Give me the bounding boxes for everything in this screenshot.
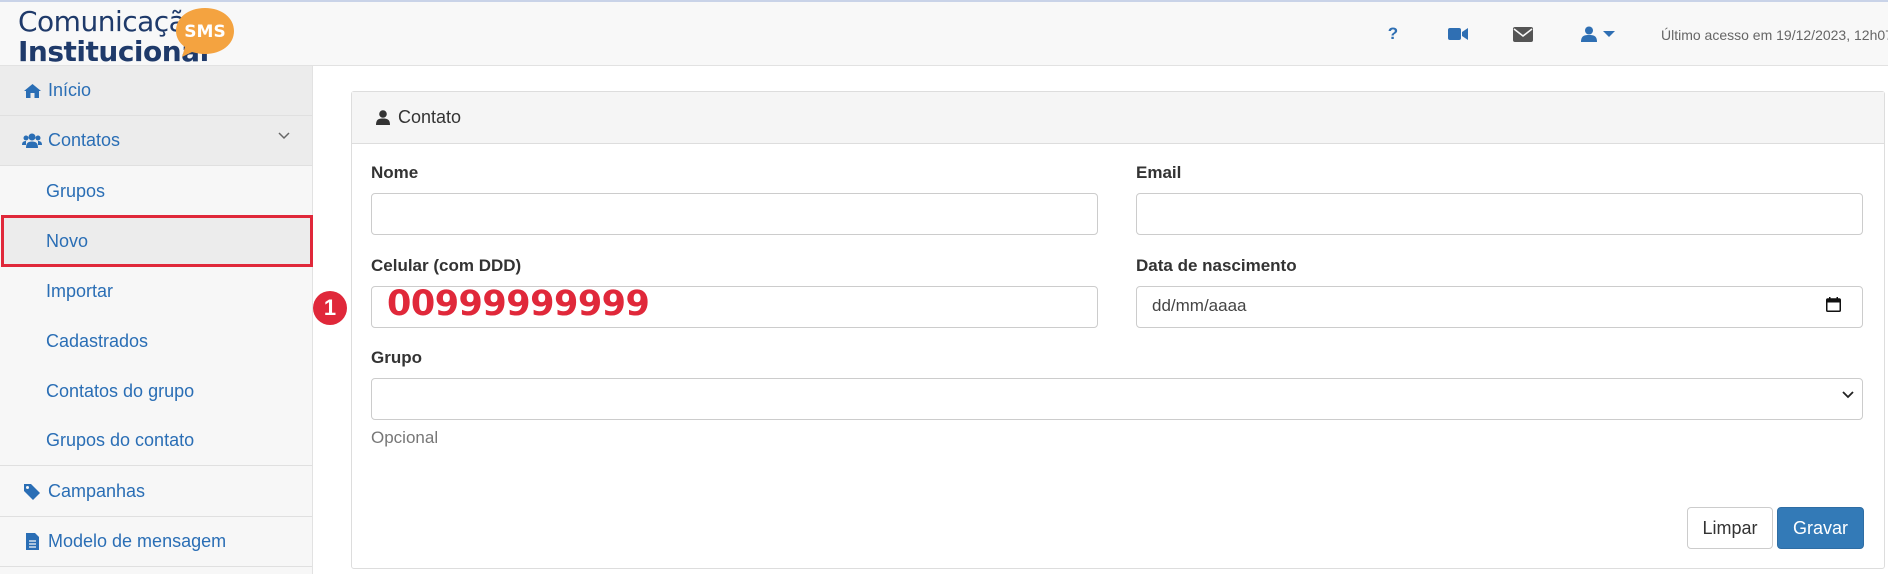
- sidebar-item-modelo-de-mensagem[interactable]: Modelo de mensagem: [0, 517, 312, 567]
- video-icon[interactable]: [1446, 22, 1470, 46]
- nome-label: Nome: [371, 163, 419, 182]
- panel-title: Contato: [398, 107, 462, 127]
- email-label: Email: [1136, 163, 1182, 182]
- panel-header: Contato: [352, 92, 1884, 144]
- grupo-select[interactable]: [371, 378, 1863, 420]
- sidebar-item-campanhas[interactable]: Campanhas: [0, 467, 312, 517]
- nome-input[interactable]: [371, 193, 1098, 235]
- envelope-icon[interactable]: [1511, 22, 1535, 46]
- email-input[interactable]: [1136, 193, 1863, 235]
- users-icon: [22, 132, 42, 150]
- nascimento-placeholder: dd/mm/aaaa: [1152, 296, 1247, 315]
- sidebar-item-label: Campanhas: [48, 481, 146, 501]
- sidebar-subitem-grupos-do-contato[interactable]: Grupos do contato: [0, 416, 312, 466]
- last-access-text: Último acesso em 19/12/2023, 12h07: [1661, 27, 1888, 43]
- sidebar-subitem-cadastrados[interactable]: Cadastrados: [0, 316, 312, 366]
- sms-badge-text: SMS: [184, 22, 225, 42]
- sms-badge-icon: SMS: [176, 8, 234, 57]
- sidebar-subitem-label: Grupos do contato: [46, 430, 195, 450]
- chevron-down-icon: [1842, 391, 1854, 399]
- sidebar-item-label: Contatos: [48, 130, 121, 150]
- tag-icon: [22, 483, 42, 501]
- sidebar-subitem-label: Importar: [46, 280, 114, 301]
- help-icon[interactable]: ?: [1381, 22, 1405, 46]
- clear-button[interactable]: Limpar: [1687, 507, 1773, 549]
- sidebar-subitem-novo[interactable]: Novo: [0, 216, 312, 266]
- user-icon: [1581, 26, 1597, 42]
- sidebar-subitem-label: Grupos: [46, 180, 106, 201]
- calendar-icon[interactable]: [1826, 297, 1841, 312]
- nascimento-label: Data de nascimento: [1136, 256, 1297, 275]
- sidebar-item-label: Modelo de mensagem: [48, 531, 227, 551]
- user-icon: [376, 110, 390, 125]
- sidebar-item-inicio[interactable]: Início: [0, 66, 312, 116]
- celular-value: 00999999999: [387, 284, 650, 324]
- celular-label: Celular (com DDD): [371, 256, 522, 275]
- sidebar-subitem-label: Cadastrados: [46, 330, 149, 351]
- sidebar-subitem-grupos[interactable]: Grupos: [0, 166, 312, 216]
- chevron-down-icon: [278, 132, 290, 140]
- top-navbar: Comunicação Institucional SMS ? Último a…: [0, 2, 1888, 67]
- save-button[interactable]: Gravar: [1777, 507, 1864, 549]
- contact-form-panel: Contato: [351, 91, 1885, 569]
- help-icon-glyph: ?: [1387, 24, 1399, 43]
- sidebar-item-contatos[interactable]: Contatos: [0, 116, 312, 166]
- sidebar-item-label: Início: [48, 80, 92, 100]
- annotation-marker: 1: [313, 291, 347, 325]
- sidebar-subitem-contatos-do-grupo[interactable]: Contatos do grupo: [0, 366, 312, 416]
- sidebar-subitem-importar[interactable]: Importar: [0, 266, 312, 316]
- grupo-label: Grupo: [371, 348, 422, 367]
- file-icon: [22, 533, 42, 551]
- home-icon: [22, 82, 42, 100]
- sidebar-subitem-label: Contatos do grupo: [46, 380, 195, 401]
- grupo-hint: Opcional: [371, 428, 439, 447]
- sidebar-subitem-label: Novo: [46, 230, 89, 251]
- caret-down-icon: [1603, 31, 1615, 37]
- user-menu-button[interactable]: [1578, 22, 1618, 46]
- sidebar: Início Contatos Grupos Novo Importar Cad…: [0, 66, 313, 574]
